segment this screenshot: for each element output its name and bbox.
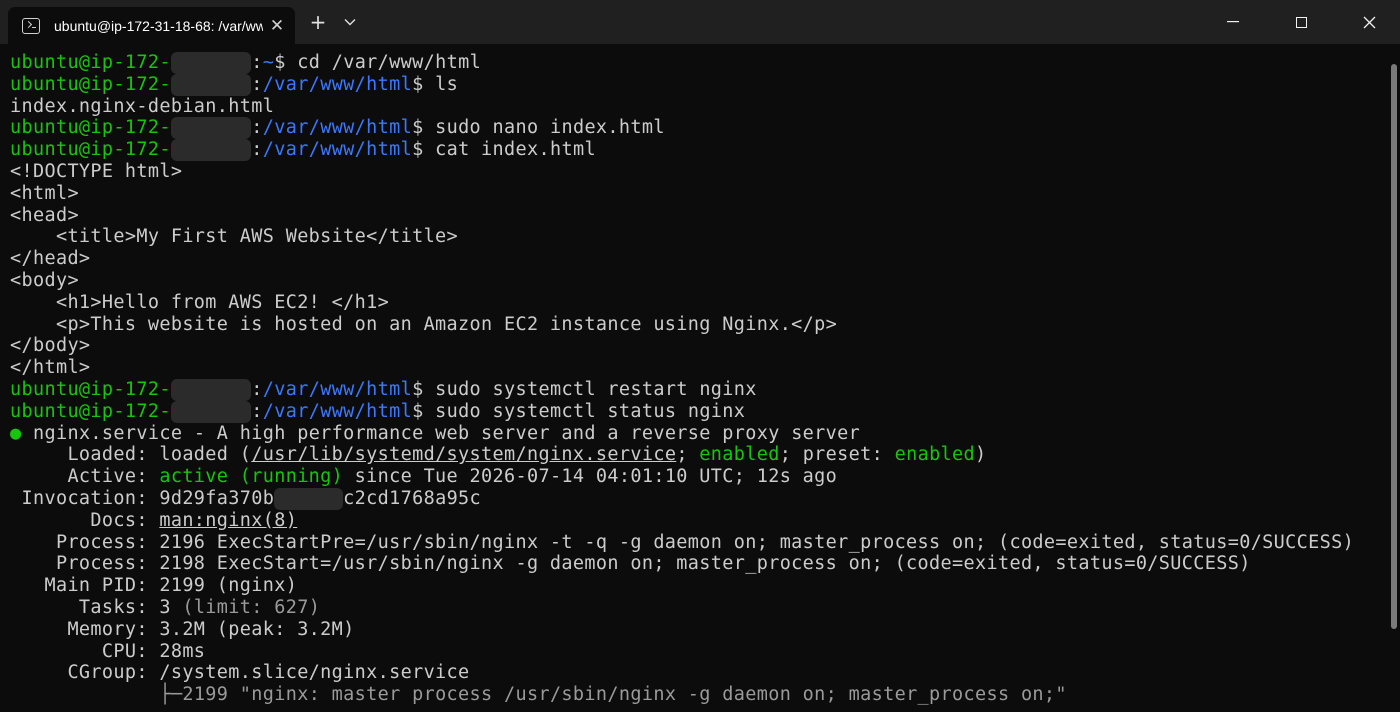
prompt-line: ubuntu@ip-172-xxxxxxx:/var/www/html$ cat… — [10, 139, 596, 161]
status-cgroup-tree-line: ├─2199 "nginx: master process /usr/sbin/… — [10, 684, 1067, 706]
output-line: <html> — [10, 182, 79, 204]
output-line: </html> — [10, 357, 91, 379]
chevron-down-icon[interactable] — [335, 0, 365, 44]
prompt-user: ubuntu@ip-172- — [10, 139, 171, 161]
status-process-line: Process: 2196 ExecStartPre=/usr/sbin/ngi… — [10, 531, 1355, 553]
status-memory-line: Memory: 3.2M (peak: 3.2M) — [10, 618, 355, 640]
command-text: ls — [423, 73, 459, 95]
prompt-line: ubuntu@ip-172-xxxxxxx:/var/www/html$ sud… — [10, 117, 665, 140]
prompt-path: ~ — [262, 52, 275, 73]
prompt-user: ubuntu@ip-172- — [10, 378, 171, 400]
prompt-user: ubuntu@ip-172- — [10, 73, 171, 95]
prompt-line: ubuntu@ip-172-xxxxxxx:~$ cd /var/www/htm… — [10, 52, 482, 74]
status-cgroup-line: CGroup: /system.slice/nginx.service — [10, 662, 470, 684]
status-loaded-line: Loaded: loaded (/usr/lib/systemd/system/… — [10, 444, 987, 466]
redacted-host: xxxxxxx — [170, 73, 252, 96]
redacted-host: xxxxxxx — [170, 139, 252, 161]
command-text: sudo systemctl status nginx — [423, 400, 746, 422]
scrollbar-thumb[interactable] — [1391, 64, 1397, 629]
output-line: <body> — [10, 269, 79, 291]
new-tab-button[interactable]: + — [301, 0, 335, 44]
terminal-output[interactable]: ubuntu@ip-172-xxxxxxx:~$ cd /var/www/htm… — [0, 44, 1388, 712]
command-text: sudo systemctl restart nginx — [423, 378, 757, 400]
output-line: <p>This website is hosted on an Amazon E… — [10, 313, 838, 335]
terminal-icon — [22, 17, 40, 34]
close-button[interactable] — [1346, 0, 1392, 44]
output-line: <head> — [10, 204, 79, 226]
command-text: cat index.html — [423, 139, 596, 161]
prompt-user: ubuntu@ip-172- — [10, 400, 171, 422]
command-text: cd /var/www/html — [285, 52, 482, 73]
status-cpu-line: CPU: 28ms — [10, 640, 206, 662]
status-mainpid-line: Main PID: 2199 (nginx) — [10, 575, 298, 597]
redacted-host: xxxxxxx — [170, 117, 252, 140]
redacted-text: xxxxxx — [274, 487, 344, 510]
prompt-path: /var/www/html — [262, 139, 413, 161]
scrollbar[interactable] — [1388, 44, 1400, 712]
prompt-line: ubuntu@ip-172-xxxxxxx:/var/www/html$ sud… — [10, 400, 746, 423]
prompt-line: ubuntu@ip-172-xxxxxxx:/var/www/html$ ls — [10, 73, 459, 96]
output-line: <title>My First AWS Website</title> — [10, 226, 459, 248]
prompt-path: /var/www/html — [262, 400, 413, 422]
output-line: index.nginx-debian.html — [10, 95, 275, 117]
output-line: <!DOCTYPE html> — [10, 160, 183, 182]
prompt-user: ubuntu@ip-172- — [10, 117, 171, 139]
prompt-path: /var/www/html — [262, 73, 413, 95]
maximize-icon — [1295, 16, 1307, 28]
prompt-user: ubuntu@ip-172- — [10, 52, 171, 73]
status-active-line: Active: active (running) since Tue 2026-… — [10, 466, 838, 488]
output-line: </body> — [10, 335, 91, 357]
minimize-button[interactable] — [1210, 0, 1256, 44]
output-line: <h1>Hello from AWS EC2! </h1> — [10, 291, 390, 313]
redacted-host: xxxxxxx — [170, 378, 252, 401]
status-tasks-line: Tasks: 3 (limit: 627) — [10, 596, 321, 618]
title-bar: ubuntu@ip-172-31-18-68: /var/www/html ✕ … — [0, 0, 1400, 44]
redacted-host: xxxxxxx — [170, 400, 252, 423]
output-line: </head> — [10, 248, 91, 270]
terminal-tab[interactable]: ubuntu@ip-172-31-18-68: /var/www/html ✕ — [8, 7, 295, 44]
docs-link[interactable]: man:nginx(8) — [159, 510, 297, 531]
status-docs-line: Docs: man:nginx(8) — [10, 509, 298, 531]
prompt-path: /var/www/html — [262, 378, 413, 400]
prompt-line: ubuntu@ip-172-xxxxxxx:/var/www/html$ sud… — [10, 378, 757, 401]
status-unit-line: ● nginx.service - A high performance web… — [10, 422, 861, 444]
tab-close-icon[interactable]: ✕ — [263, 12, 291, 40]
prompt-path: /var/www/html — [262, 117, 413, 139]
tab-title: ubuntu@ip-172-31-18-68: /var/www/html — [54, 17, 263, 34]
status-bullet: ● — [10, 422, 22, 444]
status-process-line: Process: 2198 ExecStart=/usr/sbin/nginx … — [10, 553, 1251, 575]
redacted-host: xxxxxxx — [170, 52, 252, 74]
maximize-button[interactable] — [1278, 0, 1324, 44]
command-text: sudo nano index.html — [423, 117, 665, 139]
status-invocation-line: Invocation: 9d29fa370bxxxxxxc2cd1768a95c — [10, 487, 482, 510]
